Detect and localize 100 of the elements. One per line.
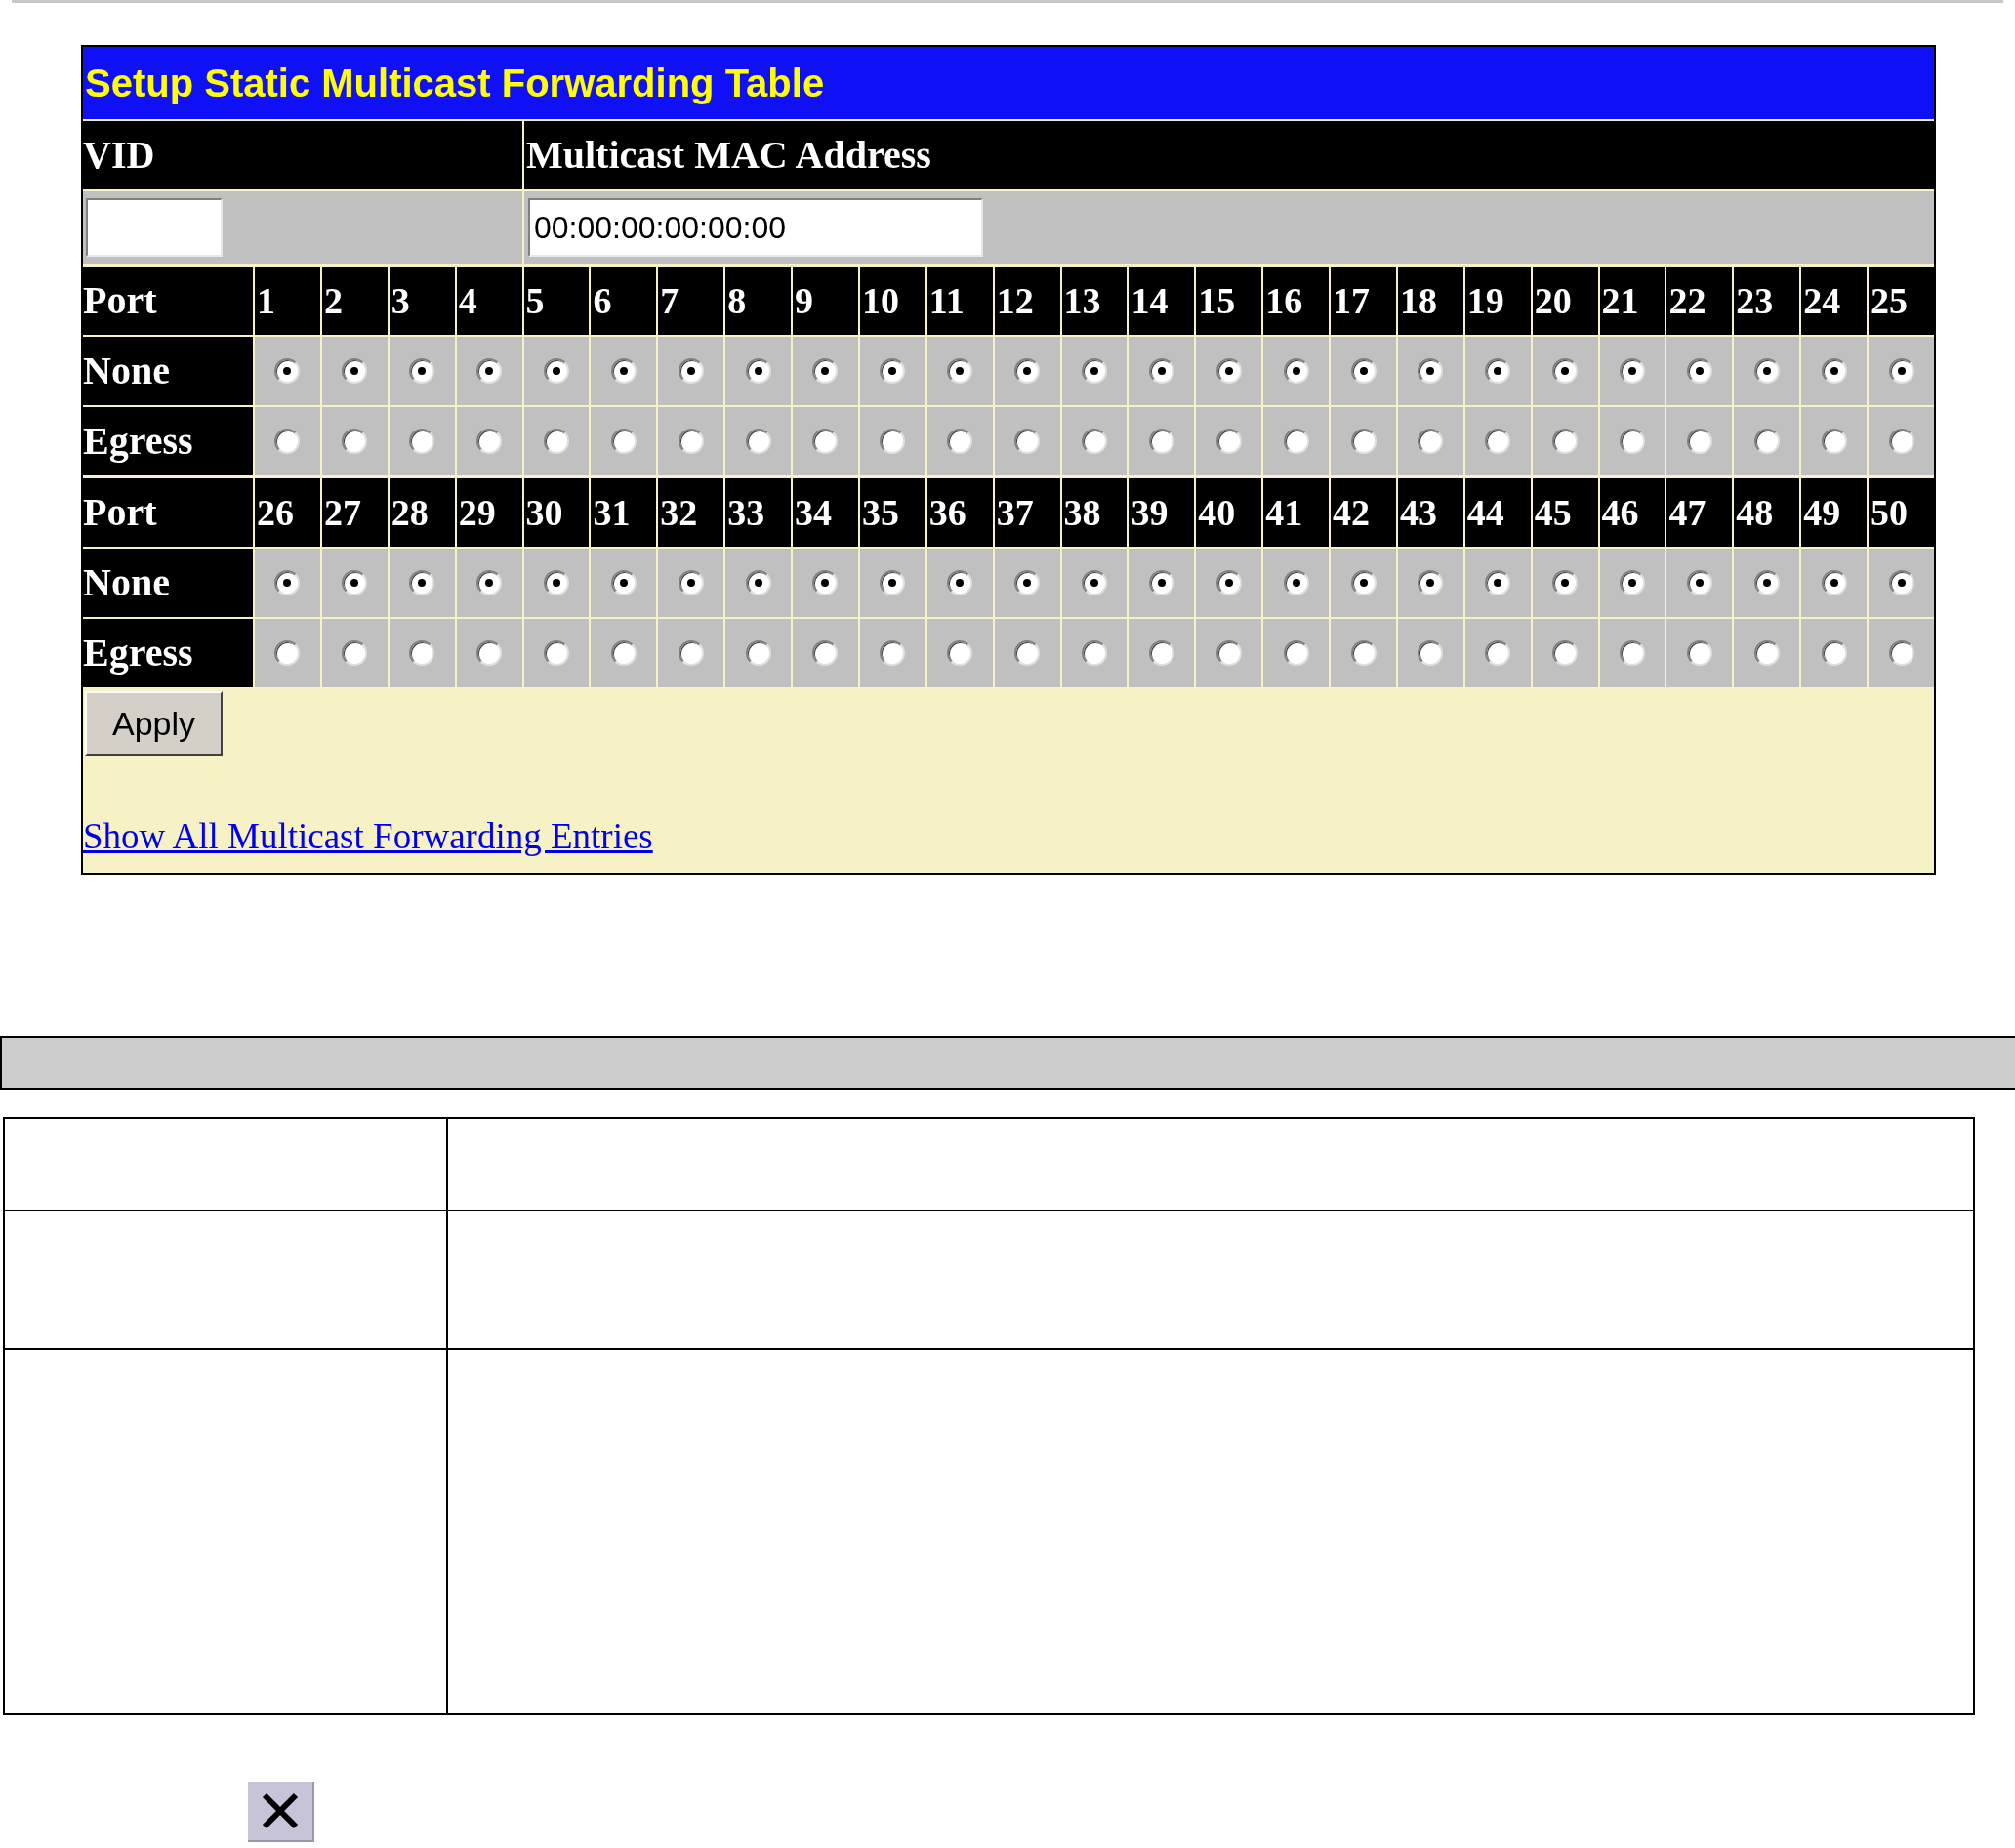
radio-button[interactable] [745,358,771,384]
radio-button[interactable] [1552,640,1579,666]
radio-button[interactable] [678,358,704,384]
radio-button[interactable] [1686,640,1712,666]
radio-button[interactable] [342,640,368,666]
radio-button[interactable] [1014,429,1041,454]
radio-button[interactable] [1485,429,1511,454]
radio-button[interactable] [745,570,771,595]
radio-button[interactable] [1620,570,1646,595]
radio-button[interactable] [1686,570,1712,595]
radio-button[interactable] [476,570,503,595]
radio-button[interactable] [1753,358,1780,384]
radio-button[interactable] [610,640,637,666]
radio-button[interactable] [1485,640,1511,666]
radio-button[interactable] [1888,570,1914,595]
radio-button[interactable] [1418,640,1444,666]
radio-button[interactable] [1215,358,1242,384]
radio-button[interactable] [745,429,771,454]
radio-button[interactable] [476,358,503,384]
radio-button[interactable] [1350,640,1377,666]
radio-button[interactable] [1082,429,1107,454]
radio-button[interactable] [880,640,906,666]
radio-button[interactable] [1620,358,1646,384]
radio-button[interactable] [342,358,368,384]
radio-button[interactable] [947,570,973,595]
radio-button[interactable] [1485,570,1511,595]
radio-button[interactable] [1686,429,1712,454]
radio-button[interactable] [1418,429,1444,454]
radio-button[interactable] [880,429,906,454]
radio-button[interactable] [409,640,435,666]
radio-button[interactable] [1552,358,1579,384]
radio-button[interactable] [812,640,839,666]
radio-button[interactable] [1552,429,1579,454]
radio-button[interactable] [409,358,435,384]
radio-button[interactable] [947,640,973,666]
radio-button[interactable] [880,358,906,384]
radio-button[interactable] [1283,358,1309,384]
radio-button[interactable] [1148,640,1174,666]
radio-button[interactable] [1821,429,1847,454]
radio-button[interactable] [1215,640,1242,666]
radio-button[interactable] [678,429,704,454]
radio-button[interactable] [812,358,839,384]
show-entries-link[interactable]: Show All Multicast Forwarding Entries [83,808,653,863]
radio-button[interactable] [678,640,704,666]
radio-button[interactable] [678,570,704,595]
radio-button[interactable] [543,570,569,595]
radio-button[interactable] [1753,640,1780,666]
radio-button[interactable] [1215,570,1242,595]
radio-button[interactable] [543,429,569,454]
radio-button[interactable] [947,358,973,384]
radio-button[interactable] [409,570,435,595]
radio-button[interactable] [1148,358,1174,384]
radio-button[interactable] [1888,429,1914,454]
radio-button[interactable] [342,570,368,595]
radio-button[interactable] [1350,570,1377,595]
radio-button[interactable] [1888,640,1914,666]
radio-button[interactable] [1148,429,1174,454]
radio-button[interactable] [1014,570,1041,595]
radio-button[interactable] [610,358,637,384]
radio-button[interactable] [409,429,435,454]
radio-button[interactable] [812,570,839,595]
radio-button[interactable] [1888,358,1914,384]
radio-button[interactable] [543,640,569,666]
radio-button[interactable] [1753,570,1780,595]
radio-button[interactable] [543,358,569,384]
radio-button[interactable] [1821,640,1847,666]
radio-button[interactable] [1821,570,1847,595]
radio-button[interactable] [1014,358,1041,384]
radio-button[interactable] [1753,429,1780,454]
radio-button[interactable] [274,429,301,454]
radio-button[interactable] [1821,358,1847,384]
radio-button[interactable] [274,570,301,595]
radio-button[interactable] [476,640,503,666]
radio-button[interactable] [1014,640,1041,666]
radio-button[interactable] [1283,640,1309,666]
radio-button[interactable] [1283,429,1309,454]
mac-address-input[interactable]: 00:00:00:00:00:00 [528,198,983,257]
radio-button[interactable] [1620,429,1646,454]
radio-button[interactable] [880,570,906,595]
radio-button[interactable] [1283,570,1309,595]
radio-button[interactable] [476,429,503,454]
radio-button[interactable] [1350,429,1377,454]
radio-button[interactable] [342,429,368,454]
radio-button[interactable] [1082,570,1107,595]
radio-button[interactable] [745,640,771,666]
radio-button[interactable] [1418,358,1444,384]
vid-input[interactable] [86,198,223,257]
radio-button[interactable] [1350,358,1377,384]
radio-button[interactable] [1082,640,1107,666]
radio-button[interactable] [610,570,637,595]
radio-button[interactable] [1485,358,1511,384]
radio-button[interactable] [1418,570,1444,595]
radio-button[interactable] [812,429,839,454]
radio-button[interactable] [1148,570,1174,595]
radio-button[interactable] [947,429,973,454]
radio-button[interactable] [1215,429,1242,454]
radio-button[interactable] [610,429,637,454]
radio-button[interactable] [1686,358,1712,384]
radio-button[interactable] [274,640,301,666]
radio-button[interactable] [1620,640,1646,666]
